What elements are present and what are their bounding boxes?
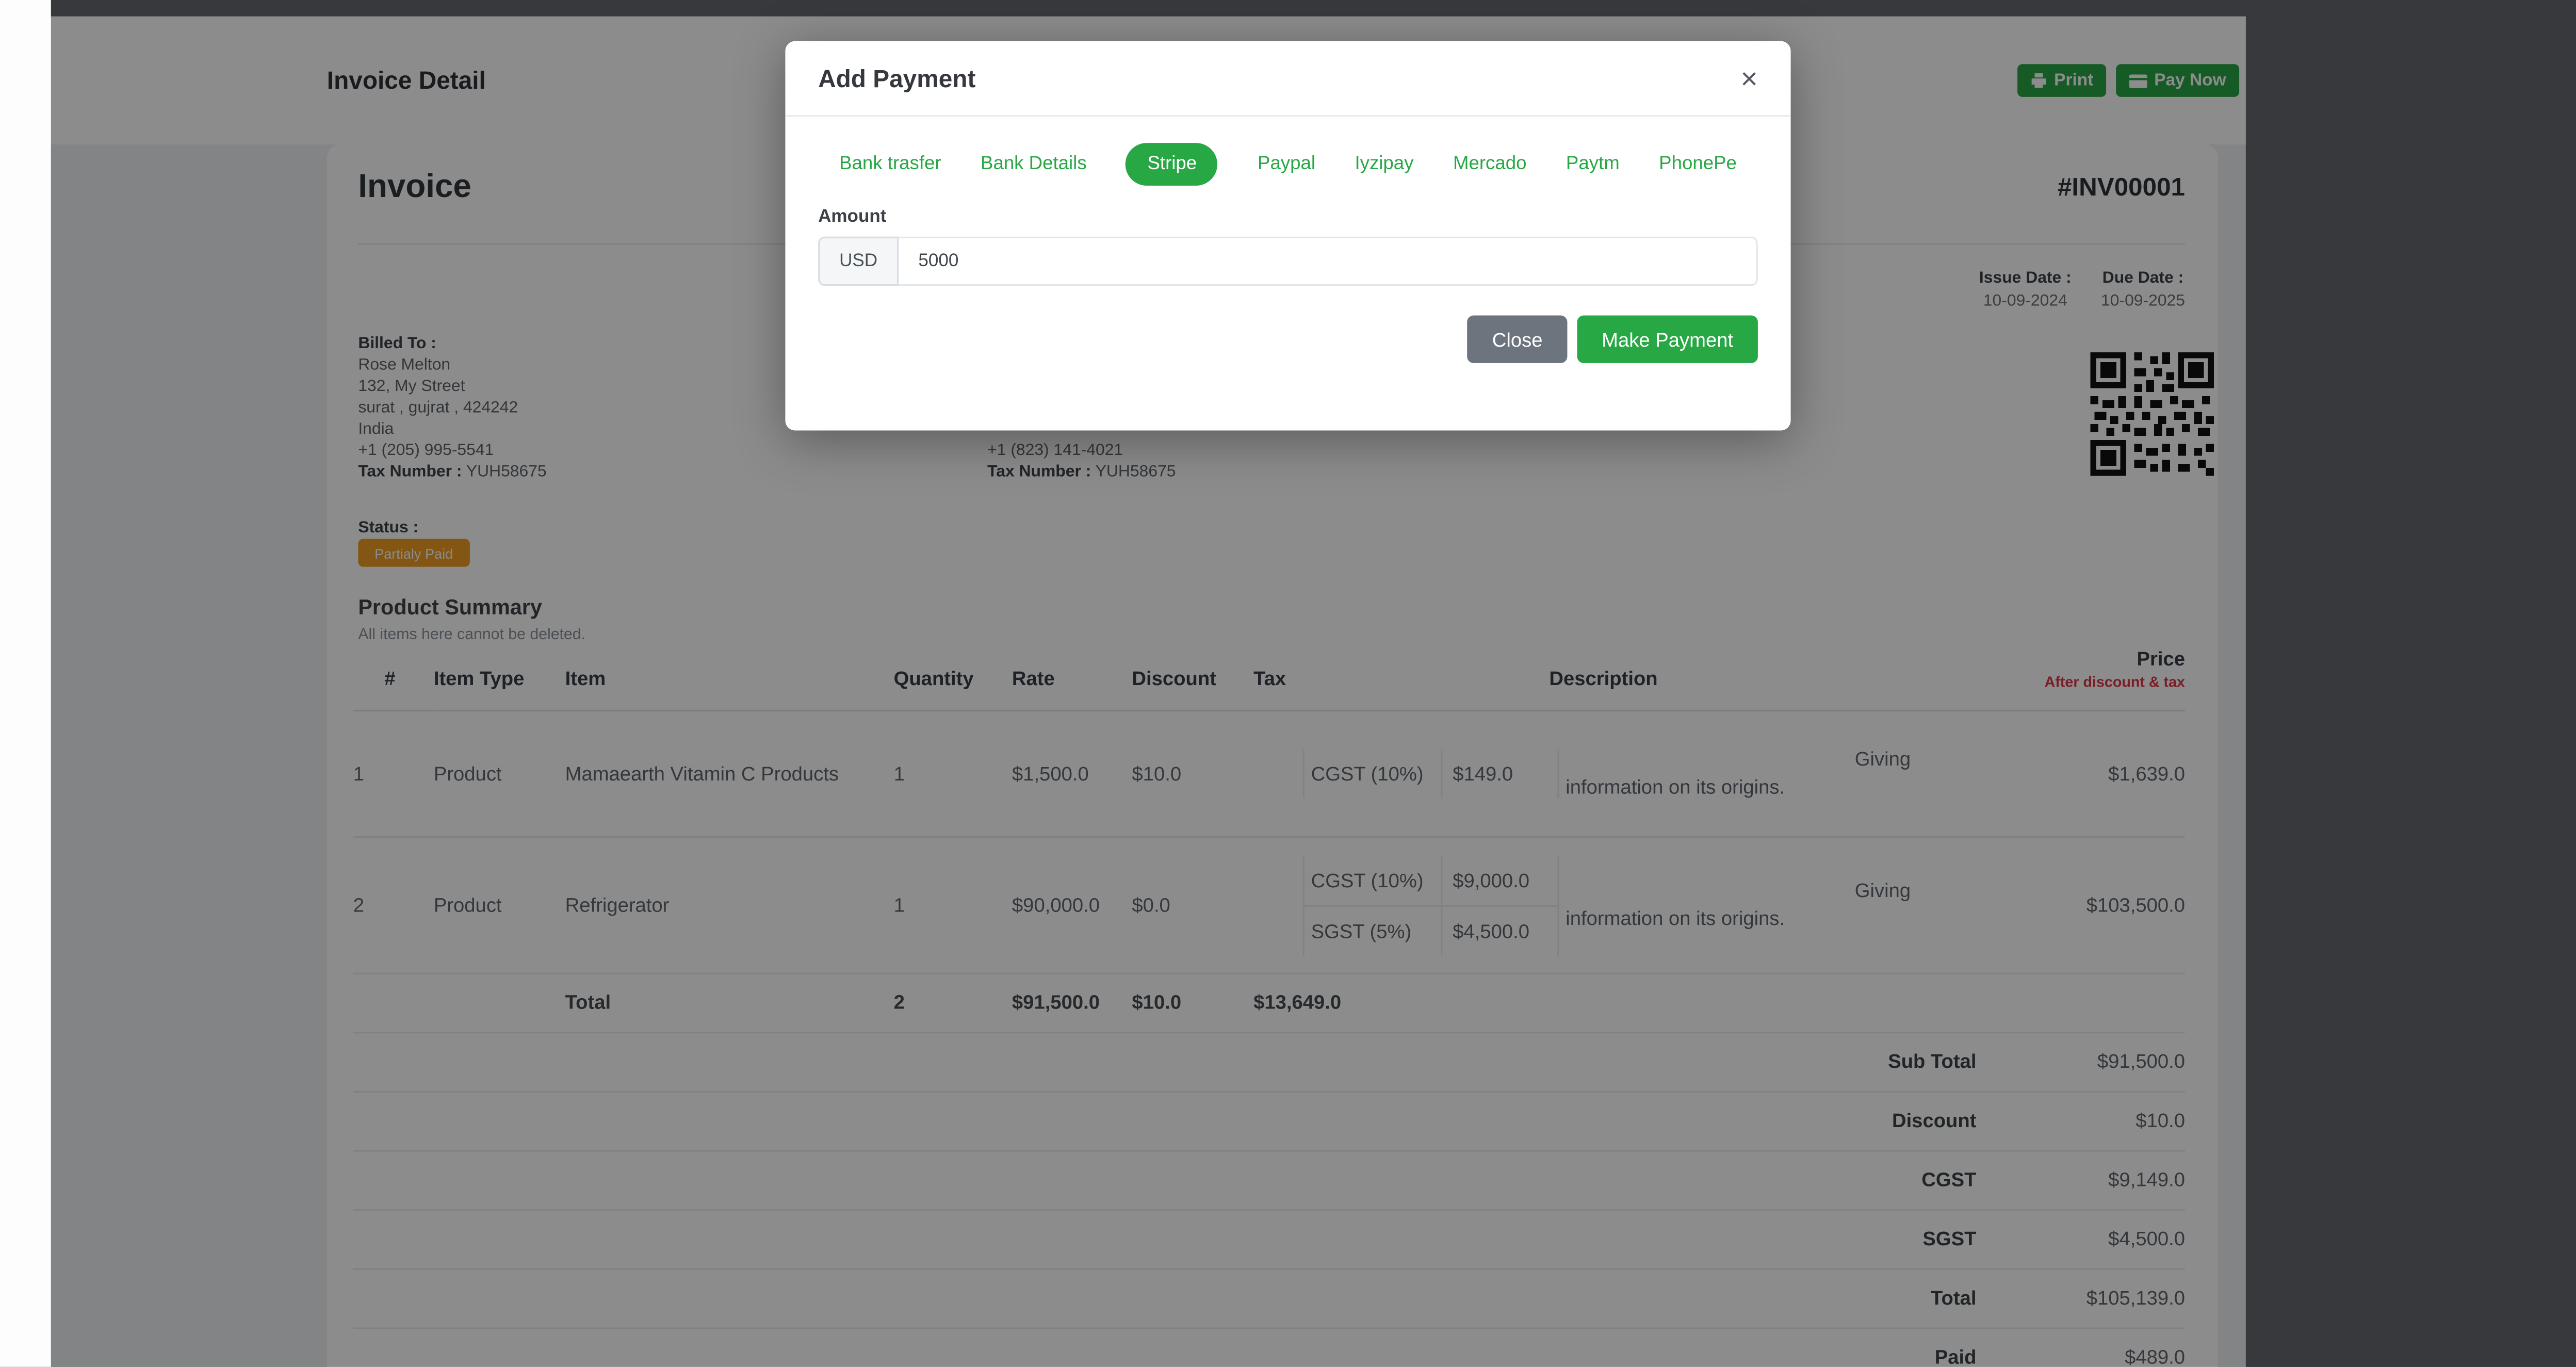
tab-mercado[interactable]: Mercado [1453, 154, 1527, 174]
modal-title: Add Payment [818, 66, 976, 94]
tab-bank-transfer[interactable]: Bank trasfer [839, 154, 941, 174]
left-rail [0, 0, 51, 1367]
amount-input[interactable] [899, 236, 1758, 286]
tab-bank-details[interactable]: Bank Details [981, 154, 1087, 174]
close-icon[interactable]: × [1734, 57, 1765, 100]
tab-phonepe[interactable]: PhonePe [1659, 154, 1737, 174]
tab-iyzipay[interactable]: Iyzipay [1355, 154, 1413, 174]
add-payment-modal: Add Payment × Bank trasfer Bank Details … [785, 41, 1791, 431]
amount-label: Amount [818, 207, 887, 227]
close-button[interactable]: Close [1468, 315, 1568, 363]
tab-paypal[interactable]: Paypal [1258, 154, 1315, 174]
amount-input-group: USD [818, 236, 1758, 286]
modal-header: Add Payment × [785, 41, 1791, 117]
screen: Invoice Detail Print Pay Now Invoice #IN… [0, 0, 2576, 1367]
tab-stripe[interactable]: Stripe [1126, 143, 1218, 186]
modal-footer: Close Make Payment [818, 315, 1758, 363]
tab-paytm[interactable]: Paytm [1566, 154, 1620, 174]
payment-method-tabs: Bank trasfer Bank Details Stripe Paypal … [785, 143, 1790, 186]
currency-prefix: USD [818, 236, 899, 286]
make-payment-button[interactable]: Make Payment [1577, 315, 1758, 363]
